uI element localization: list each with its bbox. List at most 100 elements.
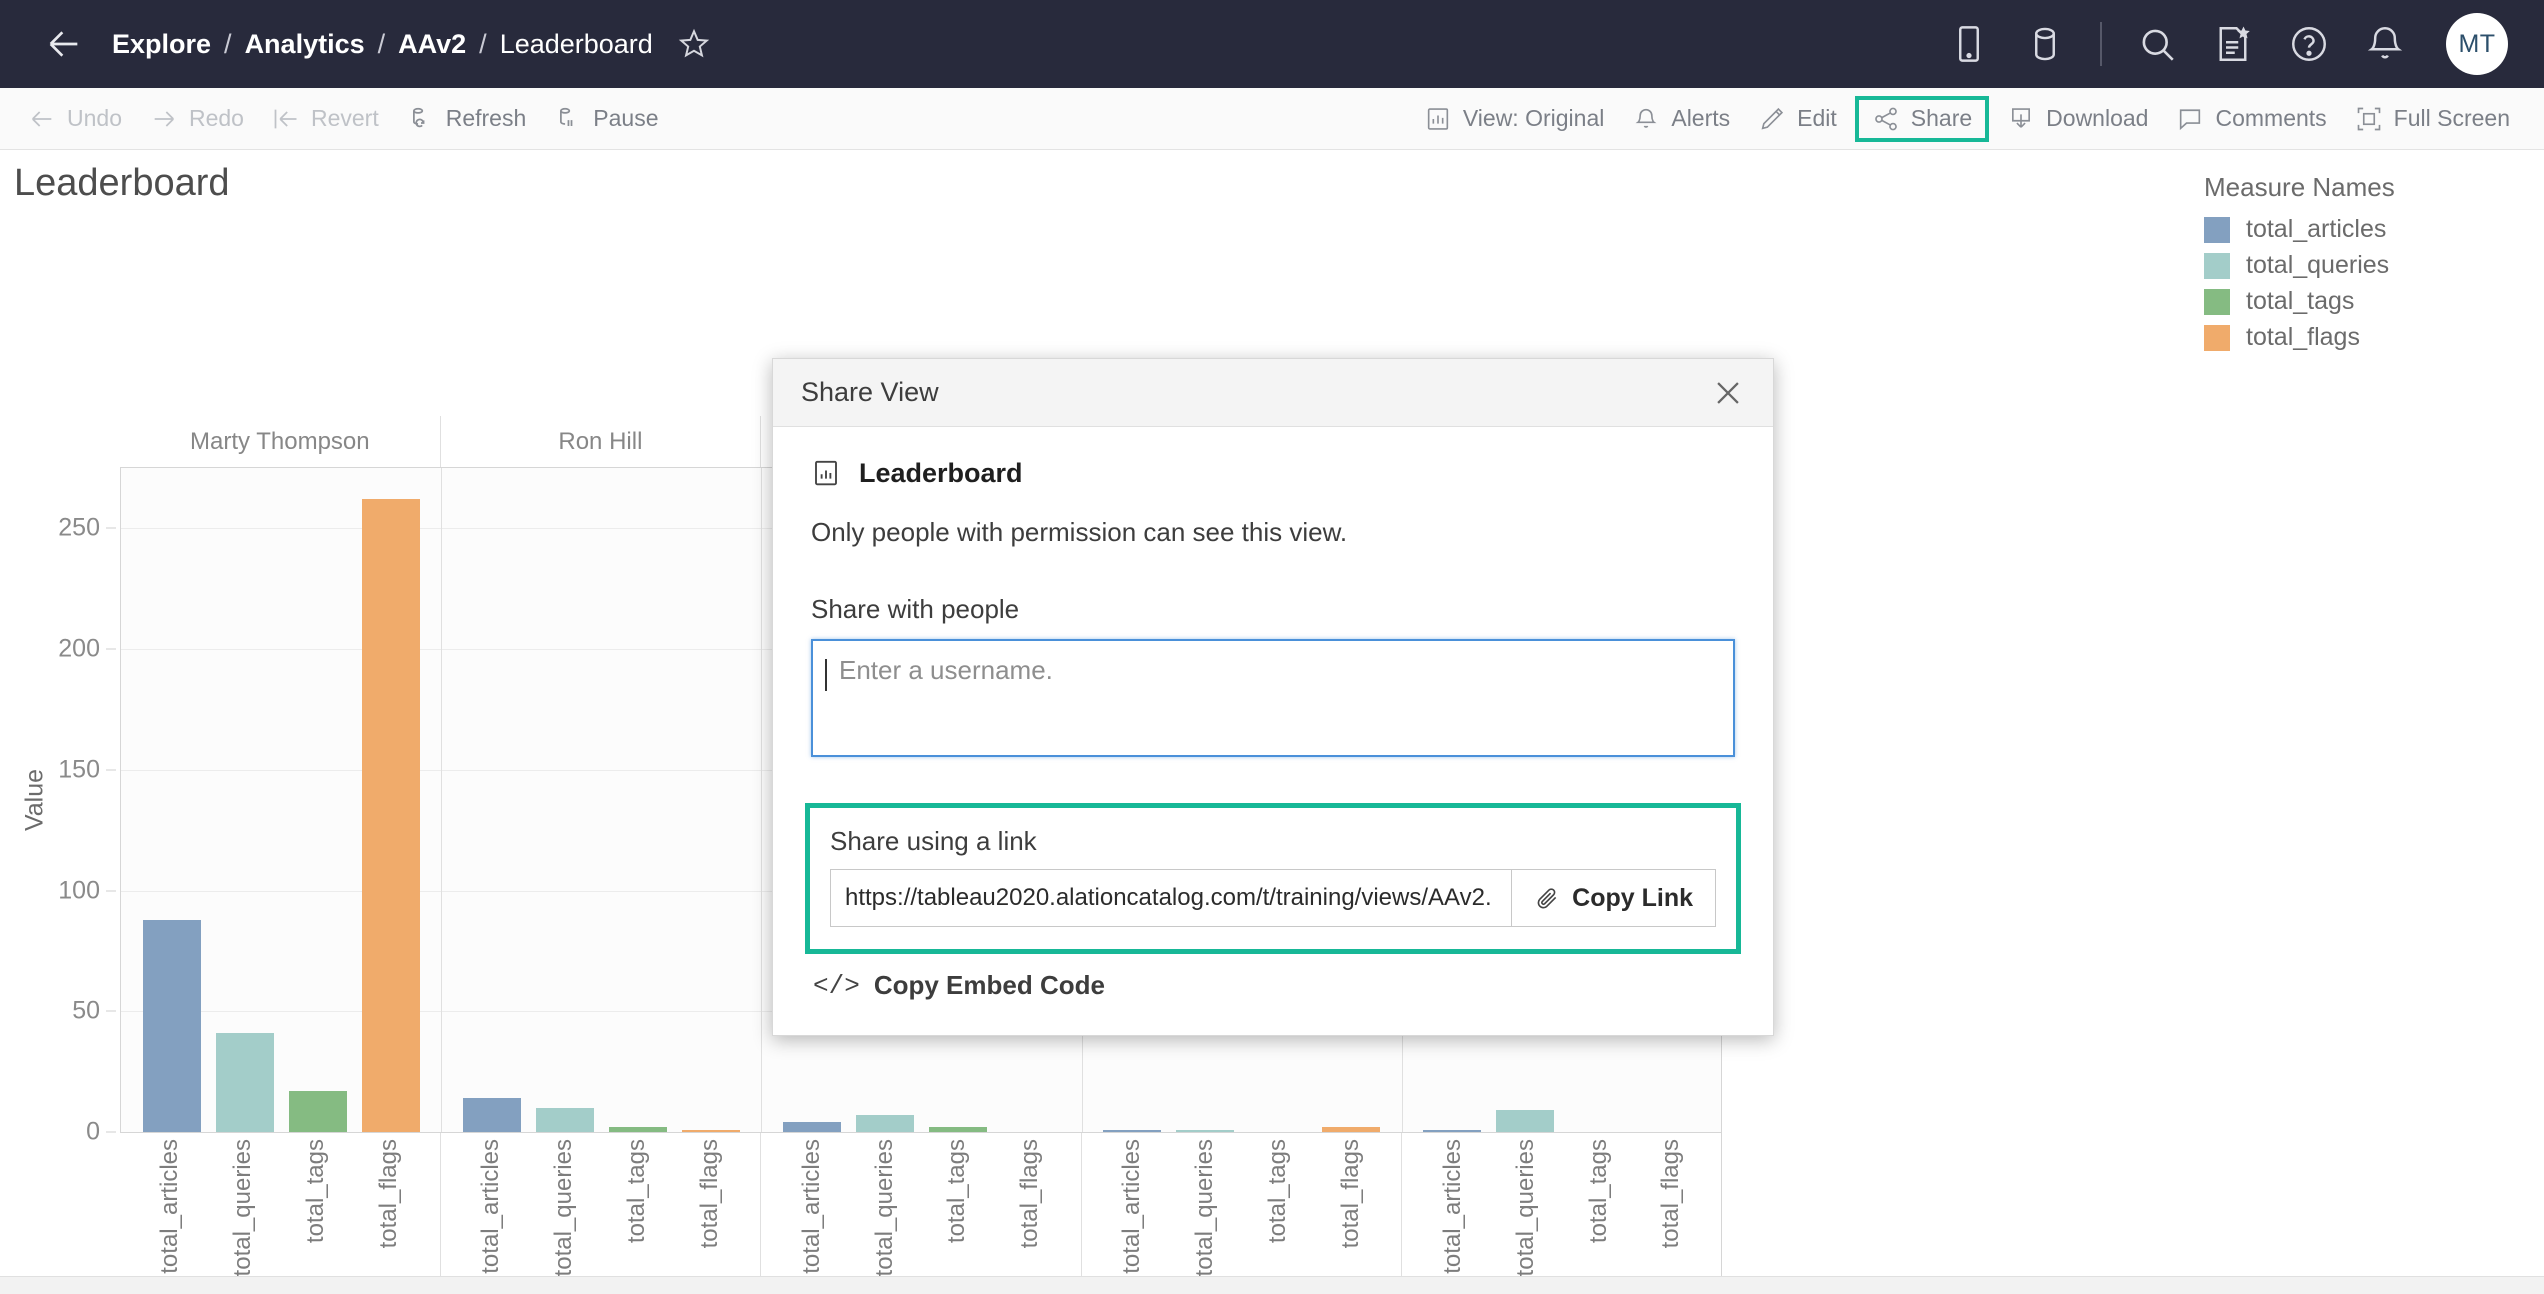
shared-view-row: Leaderboard <box>811 457 1735 489</box>
close-x-icon[interactable] <box>1711 376 1745 410</box>
x-axis-tick-label[interactable]: total_queries <box>214 1133 272 1294</box>
pause-button[interactable]: Pause <box>540 97 672 141</box>
username-input[interactable]: Enter a username. <box>811 639 1735 757</box>
top-navigation-bar: Explore / Analytics / AAv2 / Leaderboard <box>0 0 2544 88</box>
share-link-input[interactable]: https://tableau2020.alationcatalog.com/t… <box>830 869 1512 927</box>
x-axis-tick-label[interactable]: total_articles <box>783 1133 841 1294</box>
legend-item-total_queries[interactable]: total_queries <box>2204 251 2504 280</box>
column-header[interactable]: Ron Hill <box>439 416 761 467</box>
avatar-initials: MT <box>2458 29 2496 58</box>
x-axis-tick-label[interactable]: total_flags <box>1001 1133 1059 1294</box>
x-axis-tick-label-text: total_queries <box>1511 1139 1539 1277</box>
legend-item-total_flags[interactable]: total_flags <box>2204 323 2504 352</box>
legend-swatch-total_articles <box>2204 216 2230 243</box>
x-axis-labels: total_articles total_queries total_tags tot… <box>120 1132 1722 1294</box>
copy-link-button[interactable]: Copy Link <box>1511 869 1716 927</box>
column-header[interactable]: Marty Thompson <box>120 416 440 467</box>
x-axis-tick-label-text: total_queries <box>1191 1139 1219 1277</box>
legend-label-total_tags: total_tags <box>2246 287 2355 315</box>
x-axis-tick-label-text: total_articles <box>797 1139 825 1274</box>
y-axis-tick: 0 <box>86 1117 100 1146</box>
revert-button[interactable]: Revert <box>258 97 393 141</box>
bar-total_articles[interactable] <box>142 919 201 1132</box>
x-axis-tick-label[interactable]: total_flags <box>1322 1133 1380 1294</box>
help-icon[interactable] <box>2288 23 2330 65</box>
breadcrumb-item-analytics[interactable]: Analytics <box>245 29 365 60</box>
permission-text: Only people with permission can see this… <box>811 517 1348 547</box>
document-star-icon[interactable] <box>2212 23 2254 65</box>
bar-total_queries[interactable] <box>855 1115 914 1132</box>
view-chart-icon <box>815 460 837 486</box>
copy-embed-code-button[interactable]: </> Copy Embed Code <box>811 970 1735 1001</box>
legend-swatch-total_tags <box>2204 288 2230 315</box>
x-axis-tick-label[interactable]: total_queries <box>535 1133 593 1294</box>
bar-group <box>121 468 441 1132</box>
x-axis-tick-label[interactable]: total_tags <box>928 1133 986 1294</box>
breadcrumb-item-aav2[interactable]: AAv2 <box>398 29 466 60</box>
bar-total_queries[interactable] <box>535 1107 594 1132</box>
dialog-header: Share View <box>773 359 1773 427</box>
x-axis-tick-label[interactable]: total_articles <box>1424 1133 1482 1294</box>
x-axis-tick-label-text: total_articles <box>1438 1139 1466 1274</box>
legend-item-total_articles[interactable]: total_articles <box>2204 215 2504 244</box>
full-screen-button[interactable]: Full Screen <box>2341 97 2524 141</box>
y-axis-tick-mark <box>106 769 116 771</box>
breadcrumb-separator: / <box>377 28 386 59</box>
bar-total_queries[interactable] <box>1496 1110 1555 1132</box>
star-icon[interactable] <box>677 27 711 61</box>
back-arrow-icon[interactable] <box>44 24 84 64</box>
edit-button[interactable]: Edit <box>1744 97 1851 141</box>
x-axis-tick-label[interactable]: total_tags <box>1570 1133 1628 1294</box>
username-placeholder: Enter a username. <box>839 655 1053 685</box>
comments-label: Comments <box>2215 105 2327 131</box>
alerts-button[interactable]: Alerts <box>1618 97 1744 141</box>
x-axis-tick-label[interactable]: total_queries <box>856 1133 914 1294</box>
search-icon[interactable] <box>2136 23 2178 65</box>
x-axis-tick-label-text: total_flags <box>375 1139 403 1249</box>
database-icon[interactable] <box>2024 23 2066 65</box>
legend-swatch-total_queries <box>2204 252 2230 279</box>
x-axis-tick-label[interactable]: total_articles <box>462 1133 520 1294</box>
share-label: Share <box>1910 105 1973 131</box>
x-axis-tick-label[interactable]: total_tags <box>1249 1133 1307 1294</box>
comments-button[interactable]: Comments <box>2162 97 2340 141</box>
x-axis-tick-label[interactable]: total_articles <box>141 1133 199 1294</box>
share-button[interactable]: Share <box>1854 95 1990 142</box>
view-original-button[interactable]: View: Original <box>1410 97 1618 141</box>
x-axis-tick-label[interactable]: total_flags <box>681 1133 739 1294</box>
download-button[interactable]: Download <box>1993 97 2162 141</box>
paperclip-icon <box>1537 888 1557 909</box>
breadcrumb-item-explore[interactable]: Explore <box>112 29 211 60</box>
bar-total_flags[interactable] <box>361 499 420 1132</box>
x-axis-tick-label[interactable]: total_queries <box>1176 1133 1234 1294</box>
x-axis-tick-label[interactable]: total_flags <box>360 1133 418 1294</box>
undo-button[interactable]: Undo <box>14 97 136 141</box>
bar-total_articles[interactable] <box>462 1098 521 1132</box>
x-axis-tick-label[interactable]: total_tags <box>608 1133 666 1294</box>
mobile-icon[interactable] <box>1948 23 1990 65</box>
top-nav-icon-group: MT <box>1948 13 2508 75</box>
y-axis-label: Value <box>20 768 49 832</box>
legend-item-total_tags[interactable]: total_tags <box>2204 287 2504 316</box>
x-axis-tick-label[interactable]: total_flags <box>1642 1133 1700 1294</box>
x-axis-tick-label[interactable]: total_tags <box>287 1133 345 1294</box>
x-axis-tick-label-text: total_flags <box>1336 1139 1364 1249</box>
code-brackets-icon: </> <box>813 970 860 1001</box>
y-axis-tick: 100 <box>58 876 100 905</box>
share-view-dialog: Share View Leaderboard Only people with … <box>772 358 1774 1036</box>
group-divider <box>761 468 763 1132</box>
bar-total_articles[interactable] <box>782 1122 841 1132</box>
refresh-button[interactable]: Refresh <box>393 97 541 141</box>
x-axis-tick-label[interactable]: total_queries <box>1497 1133 1555 1294</box>
x-axis-tick-label-text: total_articles <box>1118 1139 1146 1274</box>
breadcrumb-item-leaderboard[interactable]: Leaderboard <box>500 29 653 60</box>
x-axis-tick-label[interactable]: total_articles <box>1103 1133 1161 1294</box>
notifications-bell-icon[interactable] <box>2364 23 2406 65</box>
bar-total_queries[interactable] <box>215 1033 274 1132</box>
alerts-label: Alerts <box>1671 105 1731 131</box>
redo-button[interactable]: Redo <box>136 97 258 141</box>
avatar[interactable]: MT <box>2446 13 2508 75</box>
x-label-group: total_articles total_queries total_tags tot… <box>760 1133 1081 1294</box>
share-link-label: Share using a link <box>830 826 1037 856</box>
bar-total_tags[interactable] <box>288 1090 347 1132</box>
